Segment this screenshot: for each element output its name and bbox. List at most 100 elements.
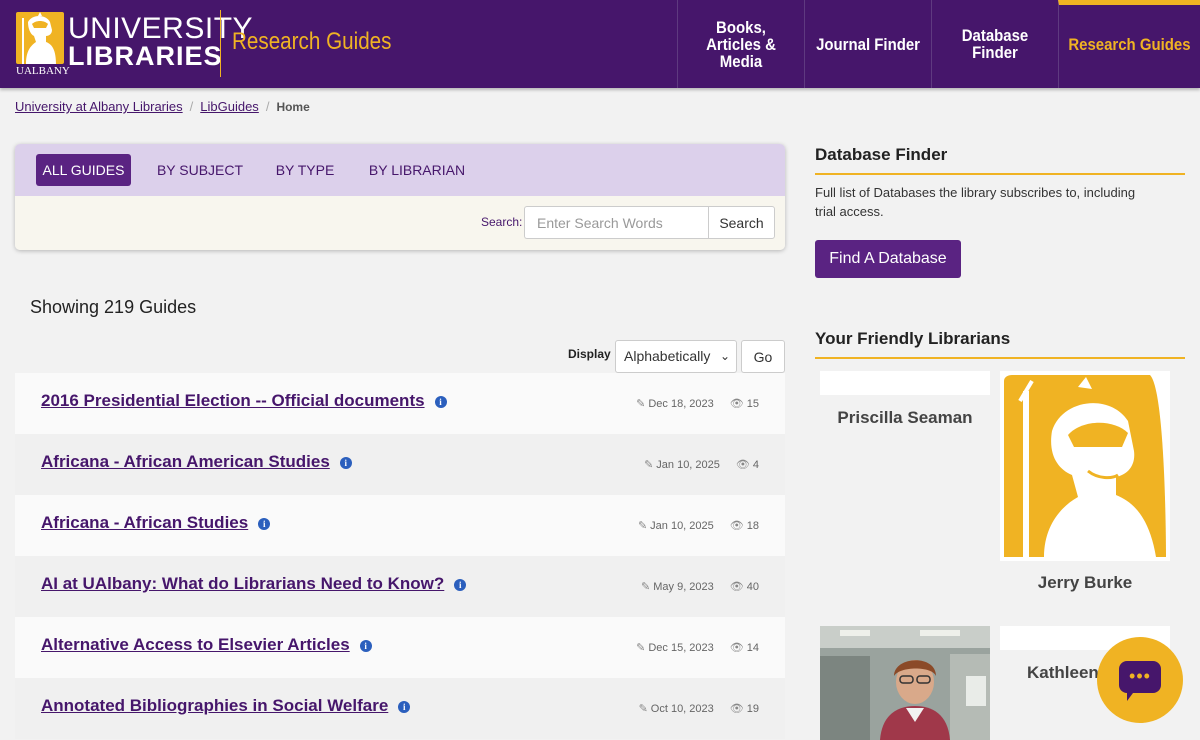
display-label: Display [568, 347, 611, 361]
info-icon[interactable]: i [398, 701, 411, 713]
guide-list: 2016 Presidential Election -- Official d… [15, 373, 785, 739]
display-sort-select[interactable]: Alphabetically ⌄ [615, 340, 737, 373]
guide-title: Africana - African American Studies [41, 452, 330, 471]
guide-updated-date: Jan 10, 2025 [650, 520, 714, 532]
guide-view-count: 40 [746, 581, 759, 593]
info-icon[interactable]: i [339, 457, 352, 469]
tab-by-subject[interactable]: BY SUBJECT [154, 154, 246, 186]
chat-widget-button[interactable]: ••• [1097, 637, 1183, 723]
nav-database-finder[interactable]: Database Finder [931, 0, 1058, 88]
guide-tabs: ALL GUIDES BY SUBJECT BY TYPE BY LIBRARI… [15, 144, 785, 196]
librarian-card[interactable]: Jerry Burke [1000, 371, 1170, 597]
nav-research-guides[interactable]: Research Guides [1058, 0, 1200, 88]
guide-title: AI at UAlbany: What do Librarians Need t… [41, 574, 445, 593]
chevron-down-icon: ⌄ [719, 349, 730, 363]
guide-title-link[interactable]: Africana - African Studies i [41, 513, 271, 533]
guide-row: AI at UAlbany: What do Librarians Need t… [15, 556, 785, 617]
guide-title-link[interactable]: AI at UAlbany: What do Librarians Need t… [41, 574, 467, 594]
tab-by-type[interactable]: BY TYPE [273, 154, 337, 186]
guide-meta: ✎ Dec 15, 2023 👁 14 [636, 641, 759, 654]
breadcrumb-separator: / [189, 99, 194, 114]
site-header: UNIVERSITY LIBRARIES UALBANY Research Gu… [0, 0, 1200, 88]
nav-label: Research Guides [1068, 34, 1191, 54]
breadcrumb: University at Albany Libraries / LibGuides… [15, 99, 310, 114]
nav-label: Journal Finder [816, 34, 920, 54]
guide-title: Annotated Bibliographies in Social Welfa… [41, 696, 389, 715]
guide-updated-date: Dec 18, 2023 [648, 398, 714, 410]
go-button[interactable]: Go [741, 340, 785, 373]
edit-icon: ✎ [637, 520, 648, 532]
guide-count: Showing 219 Guides [30, 297, 197, 317]
nav-label: Books, Articles & Media [706, 17, 776, 71]
breadcrumb-libguides[interactable]: LibGuides [200, 99, 259, 114]
breadcrumb-separator: / [265, 99, 270, 114]
breadcrumb-university-libraries[interactable]: University at Albany Libraries [15, 99, 183, 114]
guide-row: 2016 Presidential Election -- Official d… [15, 373, 785, 434]
info-icon[interactable]: i [454, 579, 467, 591]
university-libraries-logo[interactable]: UNIVERSITY LIBRARIES UALBANY [16, 12, 253, 77]
database-finder-heading: Database Finder [815, 145, 1185, 175]
librarian-card[interactable] [820, 626, 990, 740]
librarian-card[interactable]: Priscilla Seaman [820, 371, 990, 431]
nav-journal-finder[interactable]: Journal Finder [804, 0, 931, 88]
guide-meta: ✎ Oct 10, 2023 👁 19 [639, 702, 759, 715]
guide-row: Annotated Bibliographies in Social Welfa… [15, 678, 785, 739]
info-icon[interactable]: i [434, 396, 447, 408]
guide-title-link[interactable]: Annotated Bibliographies in Social Welfa… [41, 696, 411, 716]
edit-icon: ✎ [636, 642, 646, 654]
guide-updated-date: May 9, 2023 [653, 581, 714, 593]
guide-view-count: 4 [752, 459, 759, 471]
edit-icon: ✎ [641, 581, 651, 593]
search-bar: Search: Search [15, 196, 785, 250]
eye-icon: 👁 [729, 520, 744, 532]
guide-meta: ✎ Jan 10, 2025 👁 18 [638, 519, 759, 532]
guide-view-count: 18 [746, 520, 759, 532]
minerva-placeholder-icon [1000, 371, 1170, 561]
guide-view-count: 14 [746, 642, 759, 654]
site-title[interactable]: Research Guides [232, 28, 391, 56]
guide-title: 2016 Presidential Election -- Official d… [41, 391, 425, 410]
guide-updated-date: Dec 15, 2023 [648, 642, 714, 654]
database-finder-description: Full list of Databases the library subsc… [815, 185, 1136, 219]
logo-ualbany-text: UALBANY [16, 65, 70, 77]
guide-row: Africana - African American Studies i ✎ Ja… [15, 434, 785, 495]
edit-icon: ✎ [636, 398, 646, 410]
eye-icon: 👁 [729, 581, 744, 593]
edit-icon: ✎ [638, 703, 648, 715]
guide-meta: ✎ Dec 18, 2023 👁 15 [636, 397, 759, 410]
eye-icon: 👁 [729, 642, 744, 654]
eye-icon: 👁 [735, 459, 750, 471]
guide-title-link[interactable]: Africana - African American Studies i [41, 452, 352, 472]
eye-icon: 👁 [729, 703, 744, 715]
guide-title: Alternative Access to Elsevier Articles [41, 635, 350, 654]
guide-row: Africana - African Studies i ✎ Jan 10, 202… [15, 495, 785, 556]
guide-view-count: 15 [746, 398, 759, 410]
guide-row: Alternative Access to Elsevier Articles i… [15, 617, 785, 678]
display-selected-value: Alphabetically [624, 348, 711, 364]
info-icon[interactable]: i [359, 640, 372, 652]
librarian-photo [820, 626, 990, 740]
info-icon[interactable]: i [258, 518, 271, 530]
find-database-button[interactable]: Find A Database [815, 240, 961, 278]
header-divider [220, 10, 221, 77]
breadcrumb-home: Home [276, 100, 310, 114]
guide-updated-date: Jan 10, 2025 [656, 459, 720, 471]
search-label: Search: [481, 215, 523, 229]
minerva-logo-icon [16, 12, 64, 64]
guide-meta: ✎ May 9, 2023 👁 40 [641, 580, 759, 593]
tab-all-guides[interactable]: ALL GUIDES [36, 154, 131, 186]
guide-title-link[interactable]: 2016 Presidential Election -- Official d… [41, 391, 447, 411]
guide-view-count: 19 [746, 703, 759, 715]
guide-updated-date: Oct 10, 2023 [650, 703, 714, 715]
logo-university-text: UNIVERSITY [68, 12, 254, 45]
tab-by-librarian[interactable]: BY LIBRARIAN [367, 154, 467, 186]
librarian-name: Priscilla Seaman [837, 408, 973, 427]
nav-books-articles-media[interactable]: Books, Articles & Media [677, 0, 804, 88]
librarian-photo [820, 371, 990, 395]
guide-title-link[interactable]: Alternative Access to Elsevier Articles i [41, 635, 372, 655]
chat-bubble-icon: ••• [1119, 661, 1161, 701]
nav-label: Database Finder [961, 26, 1029, 62]
search-button[interactable]: Search [708, 206, 775, 239]
librarian-name: Jerry Burke [1037, 573, 1133, 592]
search-input[interactable] [524, 206, 709, 239]
